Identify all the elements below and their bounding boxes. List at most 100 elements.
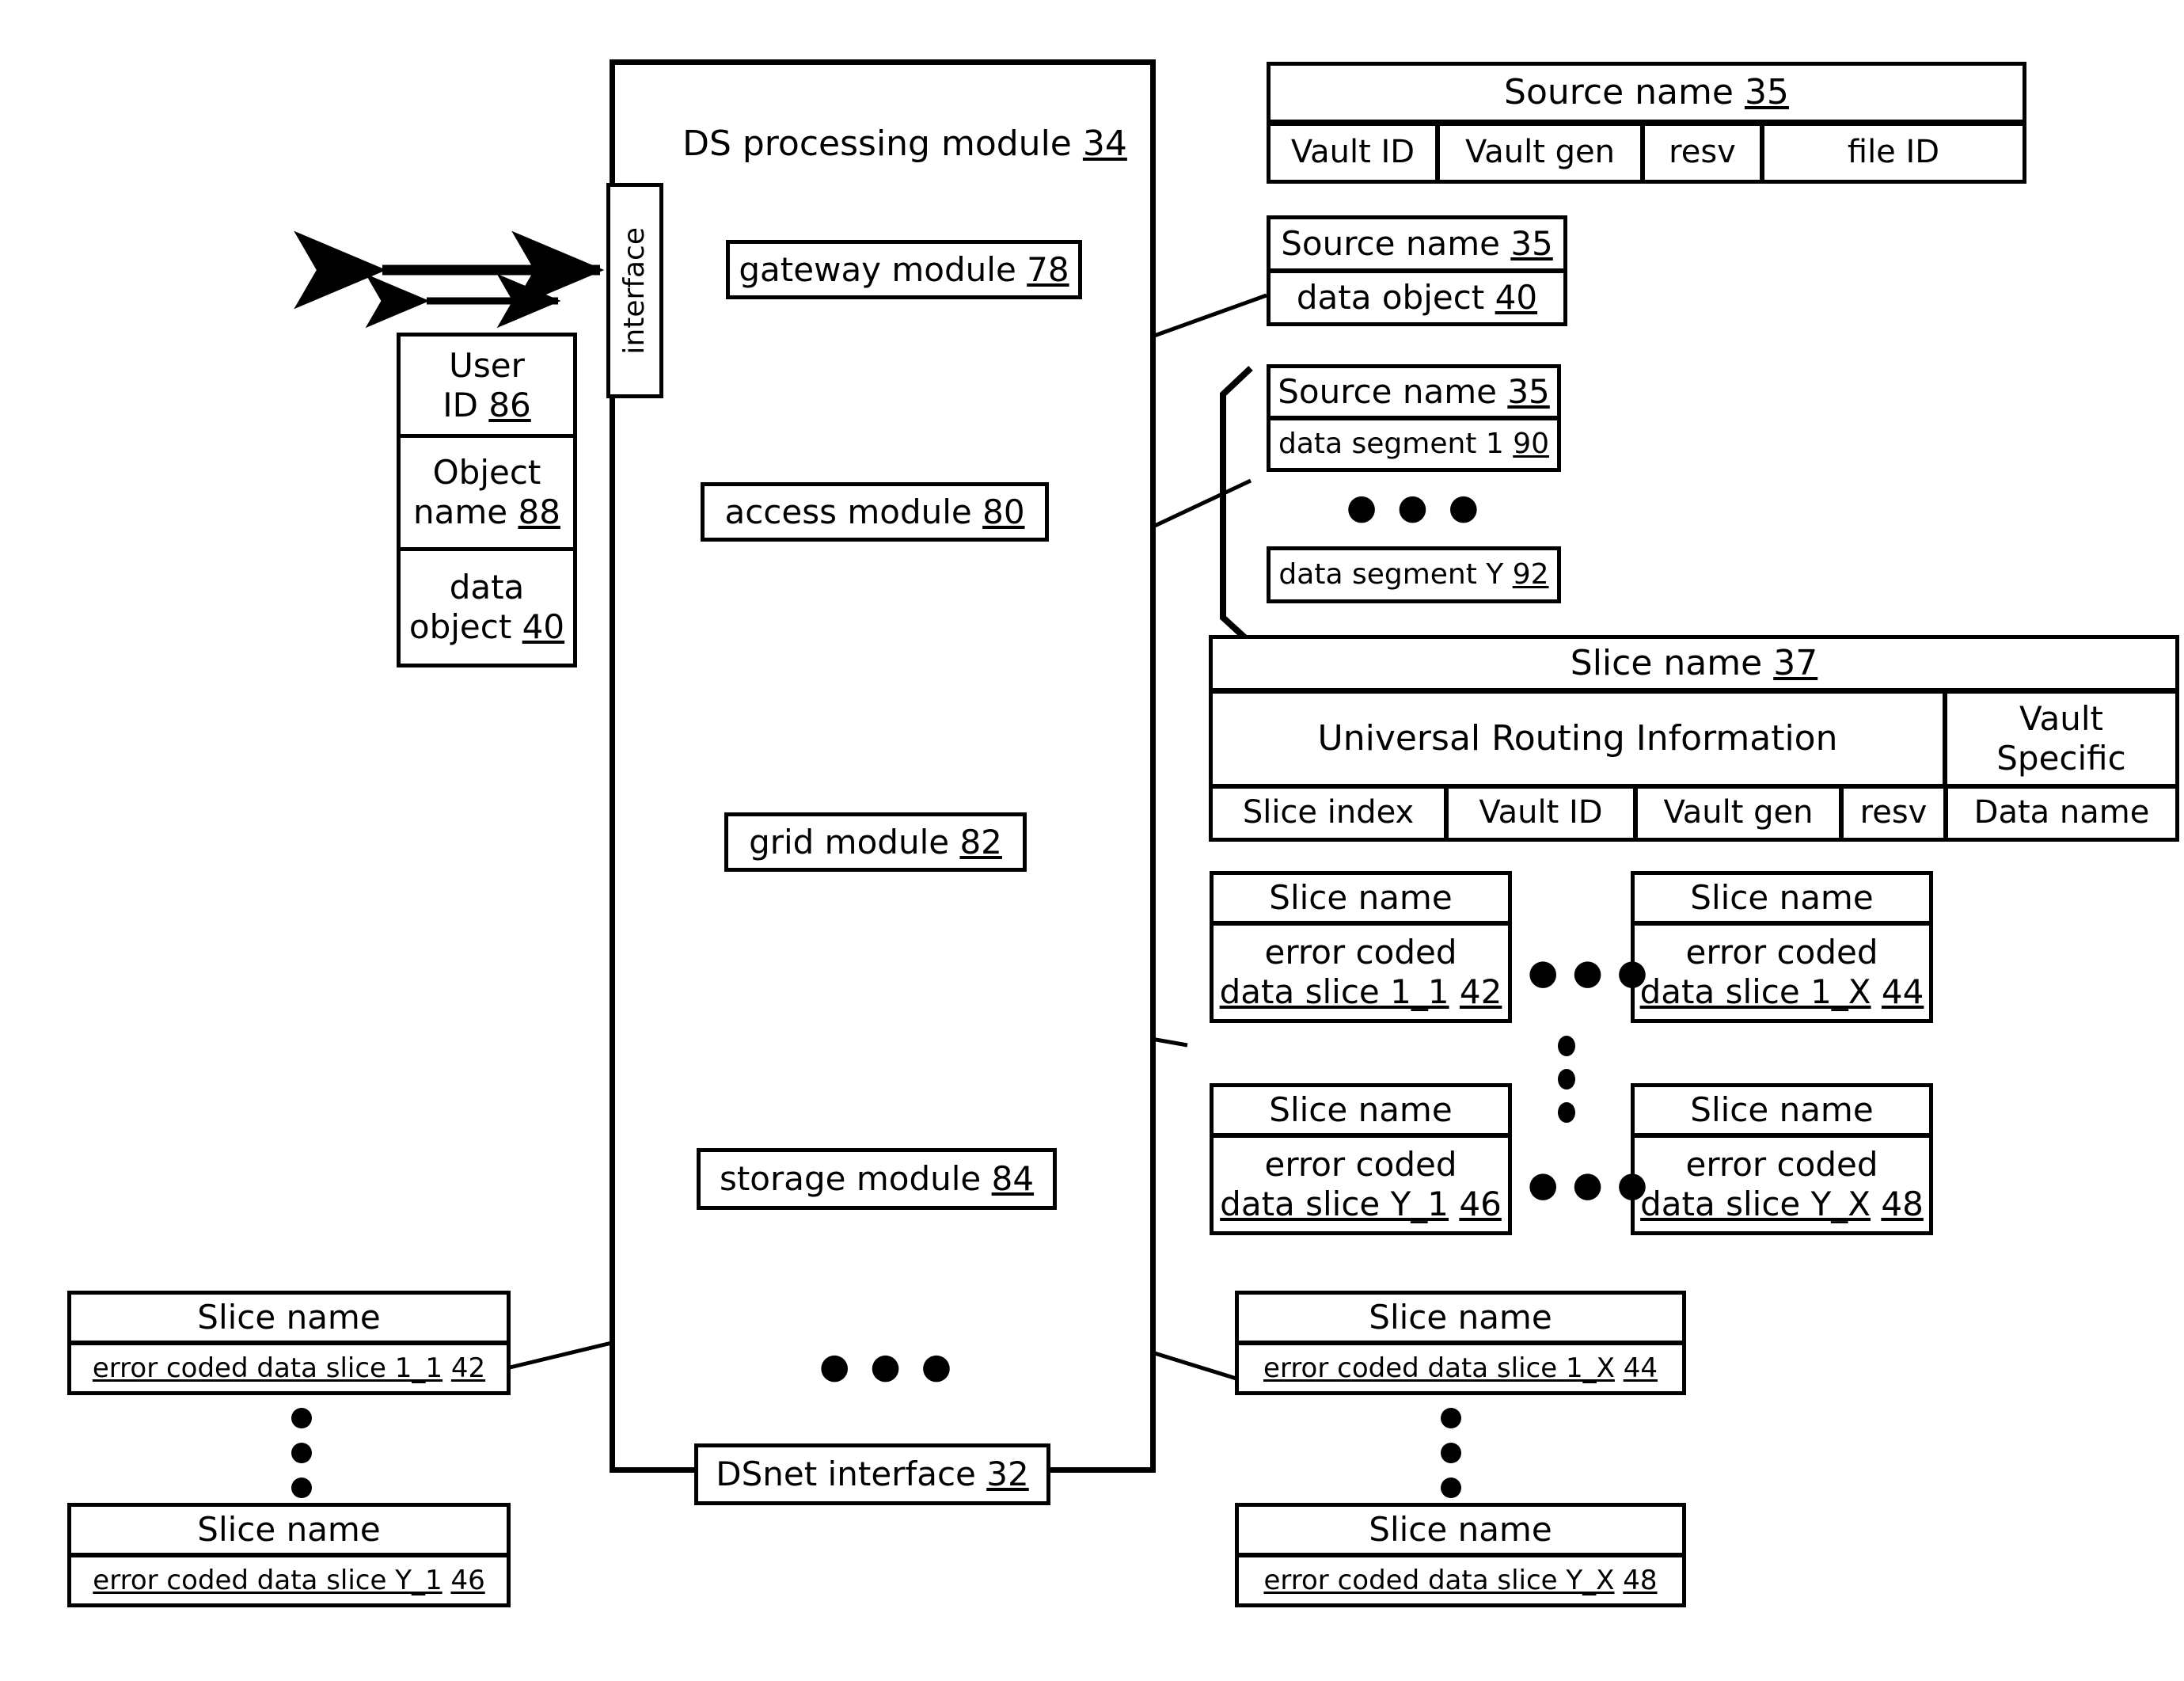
access-module-box[interactable]: access module 80	[701, 482, 1049, 542]
segment-group-brace	[1220, 366, 1253, 645]
slice-grid-y-1-body: error coded data slice Y_1 46	[1210, 1134, 1512, 1235]
source-name-table-header: Source name 35	[1267, 62, 2026, 124]
slice-grid-1-x-header-label: Slice name	[1690, 878, 1874, 918]
access-module-label: access module 80	[724, 492, 1025, 531]
bottom-left-ellipsis-dot-3	[291, 1478, 312, 1498]
user-id-line1: User	[449, 345, 525, 385]
source-name-field-vault-id: Vault ID	[1267, 122, 1439, 184]
storage-dsnet-ellipsis: ● ● ●	[819, 1346, 957, 1386]
source-segment-header-label: Source name 35	[1278, 372, 1550, 412]
slice-name-group-vault-specific-line2: Specific	[1996, 739, 2126, 778]
source-object-body-label: data object 40	[1296, 278, 1538, 318]
dsnet-interface-label: DSnet interface 32	[716, 1455, 1029, 1494]
user-id-line2: ID 86	[442, 385, 531, 424]
bottom-left-slice-y-1-body: error coded data slice Y_1 46	[67, 1554, 511, 1607]
bottom-right-slice-1-x-body: error coded data slice 1_X 44	[1235, 1341, 1686, 1395]
user-id-cell: User ID 86	[397, 333, 577, 438]
source-object-header: Source name 35	[1267, 215, 1567, 272]
slice-name-field-vault-gen-label: Vault gen	[1663, 794, 1814, 831]
bottom-left-ellipsis-dot-1	[291, 1408, 312, 1428]
gateway-module-label: gateway module 78	[739, 249, 1069, 289]
source-segment-first-label: data segment 1 90	[1278, 427, 1550, 460]
bottom-left-slice-1-1-header: Slice name	[67, 1291, 511, 1344]
source-name-field-vault-gen-label: Vault gen	[1465, 134, 1615, 171]
source-name-table-header-label: Source name 35	[1504, 72, 1789, 113]
bottom-right-slice-y-x-body-label: error coded data slice Y_X 48	[1263, 1564, 1658, 1596]
bottom-right-slice-y-x-header: Slice name	[1235, 1503, 1686, 1557]
bottom-left-slice-y-1-header-label: Slice name	[197, 1510, 381, 1550]
slice-name-group-universal-routing: Universal Routing Information	[1209, 690, 1947, 788]
slice-name-field-data-name-label: Data name	[1973, 794, 2150, 831]
slice-grid-vertical-dot-2	[1558, 1069, 1575, 1090]
bottom-right-ellipsis-dot-2	[1441, 1443, 1461, 1463]
source-object-body: data object 40	[1267, 269, 1567, 326]
source-segment-header: Source name 35	[1267, 364, 1561, 420]
bottom-right-slice-1-x-header-label: Slice name	[1369, 1298, 1552, 1337]
source-segment-last-label: data segment Y 92	[1278, 557, 1549, 591]
slice-name-group-vault-specific: Vault Specific	[1943, 690, 2179, 788]
source-segment-ellipsis: ● ● ●	[1346, 487, 1484, 527]
slice-grid-ellipsis-top: ● ● ●	[1528, 952, 1650, 993]
object-name-cell: Object name 88	[397, 434, 577, 551]
bottom-right-slice-1-x-body-label: error coded data slice 1_X 44	[1263, 1352, 1658, 1384]
source-name-field-resv: resv	[1641, 122, 1764, 184]
slice-name-field-vault-gen: Vault gen	[1634, 785, 1843, 842]
patent-figure-canvas: DS processing module 34 interface gatewa…	[0, 0, 2184, 1681]
bottom-left-slice-1-1-header-label: Slice name	[197, 1298, 381, 1337]
slice-grid-y-1-line1: error coded	[1264, 1145, 1457, 1185]
slice-grid-y-1-header: Slice name	[1210, 1083, 1512, 1137]
bottom-right-ellipsis-dot-1	[1441, 1408, 1461, 1428]
source-object-header-label: Source name 35	[1281, 224, 1553, 264]
gateway-module-box[interactable]: gateway module 78	[726, 240, 1082, 299]
slice-grid-y-x-line1: error coded	[1685, 1145, 1878, 1185]
slice-grid-1-x-body: error coded data slice 1_X 44	[1631, 922, 1933, 1023]
ds-processing-module-title: DS processing module 34	[682, 124, 1127, 164]
slice-name-field-resv: resv	[1840, 785, 1947, 842]
slice-grid-1-1-body: error coded data slice 1_1 42	[1210, 922, 1512, 1023]
slice-grid-y-x-body: error coded data slice Y_X 48	[1631, 1134, 1933, 1235]
source-name-field-vault-id-label: Vault ID	[1290, 134, 1415, 171]
slice-grid-y-1-line2: data slice Y_1 46	[1220, 1185, 1502, 1223]
slice-grid-1-1-line2: data slice 1_1 42	[1219, 972, 1502, 1011]
slice-grid-y-x-header: Slice name	[1631, 1083, 1933, 1137]
interface-box: interface	[606, 183, 663, 398]
slice-name-field-vault-id-label: Vault ID	[1479, 794, 1603, 831]
slice-grid-y-x-header-label: Slice name	[1690, 1090, 1874, 1130]
source-name-field-file-id-label: file ID	[1847, 134, 1940, 171]
slice-grid-vertical-dot-1	[1558, 1036, 1575, 1056]
bottom-left-slice-1-1-body: error coded data slice 1_1 42	[67, 1341, 511, 1395]
slice-grid-y-x-line2: data slice Y_X 48	[1640, 1185, 1924, 1223]
source-segment-last: data segment Y 92	[1267, 546, 1561, 603]
slice-name-field-slice-index: Slice index	[1209, 785, 1448, 842]
object-name-line1: Object	[432, 453, 541, 493]
slice-grid-1-1-header: Slice name	[1210, 871, 1512, 925]
dsnet-interface-box[interactable]: DSnet interface 32	[694, 1443, 1050, 1505]
data-object-cell: data object 40	[397, 547, 577, 667]
slice-grid-1-x-line1: error coded	[1685, 933, 1878, 972]
bottom-right-slice-y-x-header-label: Slice name	[1369, 1510, 1552, 1550]
slice-grid-1-x-line2: data slice 1_X 44	[1639, 972, 1924, 1011]
interface-label: interface	[617, 226, 651, 355]
storage-module-box[interactable]: storage module 84	[697, 1148, 1057, 1210]
slice-name-field-data-name: Data name	[1944, 785, 2179, 842]
slice-name-table-header-label: Slice name 37	[1570, 643, 1818, 684]
bottom-left-ellipsis-dot-2	[291, 1443, 312, 1463]
object-name-line2: name 88	[413, 493, 560, 531]
slice-name-field-vault-id: Vault ID	[1445, 785, 1637, 842]
grid-module-box[interactable]: grid module 82	[724, 812, 1027, 872]
slice-name-group-vault-specific-line1: Vault	[2019, 699, 2103, 739]
slice-grid-ellipsis-bottom: ● ● ●	[1528, 1164, 1650, 1205]
bottom-left-slice-1-1-body-label: error coded data slice 1_1 42	[92, 1352, 486, 1384]
bottom-right-ellipsis-dot-3	[1441, 1478, 1461, 1498]
source-name-field-vault-gen: Vault gen	[1436, 122, 1644, 184]
slice-grid-1-1-header-label: Slice name	[1269, 878, 1453, 918]
source-name-field-file-id: file ID	[1760, 122, 2026, 184]
bottom-left-slice-y-1-header: Slice name	[67, 1503, 511, 1557]
slice-grid-y-1-header-label: Slice name	[1269, 1090, 1453, 1130]
slice-grid-1-x-header: Slice name	[1631, 871, 1933, 925]
slice-grid-1-1-line1: error coded	[1264, 933, 1457, 972]
slice-name-table-header: Slice name 37	[1209, 635, 2179, 692]
source-name-field-resv-label: resv	[1669, 134, 1736, 171]
slice-name-field-resv-label: resv	[1859, 794, 1928, 831]
slice-name-field-slice-index-label: Slice index	[1242, 794, 1415, 831]
